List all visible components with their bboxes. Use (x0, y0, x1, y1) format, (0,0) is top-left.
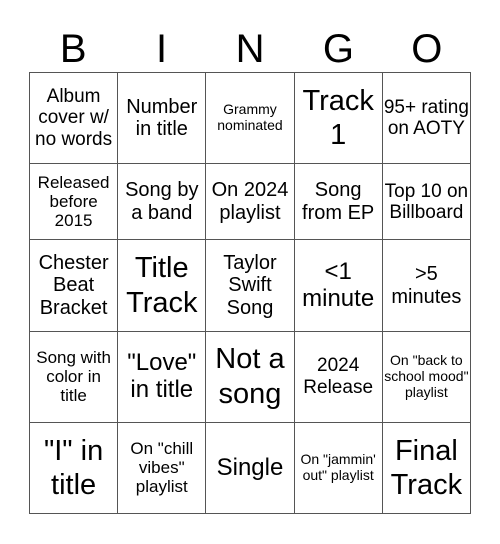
header-letter-n: N (235, 27, 265, 71)
grid-row: Released before 2015 Song by a band On 2… (28, 163, 472, 241)
grid-row: Chester Beat Bracket Title Track Taylor … (28, 239, 472, 332)
bingo-cell[interactable]: >5 minutes (381, 239, 472, 332)
bingo-cell[interactable]: <1 minute (293, 239, 383, 332)
bingo-cell[interactable]: "I" in title (28, 421, 119, 515)
bingo-cell[interactable]: Top 10 on Billboard (381, 163, 472, 241)
bingo-cell[interactable]: Released before 2015 (28, 163, 119, 241)
bingo-cell[interactable]: Chester Beat Bracket (28, 239, 119, 332)
bingo-cell[interactable]: Number in title (117, 71, 207, 165)
bingo-cell[interactable]: Song with color in title (28, 330, 119, 423)
bingo-cell[interactable]: On "chill vibes" playlist (117, 421, 207, 515)
grid-row: Album cover w/ no words Number in title … (28, 71, 472, 165)
bingo-cell[interactable]: Track 1 (293, 71, 383, 165)
bingo-cell[interactable]: On 2024 playlist (205, 163, 295, 241)
bingo-cell[interactable]: 95+ rating on AOTY (381, 71, 472, 165)
bingo-cell[interactable]: Song from EP (293, 163, 383, 241)
bingo-cell[interactable]: Grammy nominated (205, 71, 295, 165)
bingo-cell[interactable]: "Love" in title (117, 330, 207, 423)
bingo-cell[interactable]: Album cover w/ no words (28, 71, 119, 165)
bingo-header: B I N G O (29, 26, 471, 72)
header-letter-o: O (411, 27, 443, 71)
grid-row: "I" in title On "chill vibes" playlist S… (28, 421, 472, 515)
bingo-cell[interactable]: Title Track (117, 239, 207, 332)
header-letter-b: B (59, 27, 87, 71)
bingo-cell[interactable]: Single (205, 421, 295, 515)
bingo-grid: Album cover w/ no words Number in title … (28, 71, 472, 515)
bingo-cell[interactable]: Not a song (205, 330, 295, 423)
bingo-cell[interactable]: Song by a band (117, 163, 207, 241)
bingo-cell[interactable]: 2024 Release (293, 330, 383, 423)
header-letter-i: I (156, 27, 168, 71)
bingo-cell[interactable]: On "back to school mood" playlist (381, 330, 472, 423)
bingo-cell[interactable]: Taylor Swift Song (205, 239, 295, 332)
bingo-cell[interactable]: On "jammin' out" playlist (293, 421, 383, 515)
grid-row: Song with color in title "Love" in title… (28, 330, 472, 423)
bingo-cell[interactable]: Final Track (381, 421, 472, 515)
header-letter-g: G (322, 27, 354, 71)
